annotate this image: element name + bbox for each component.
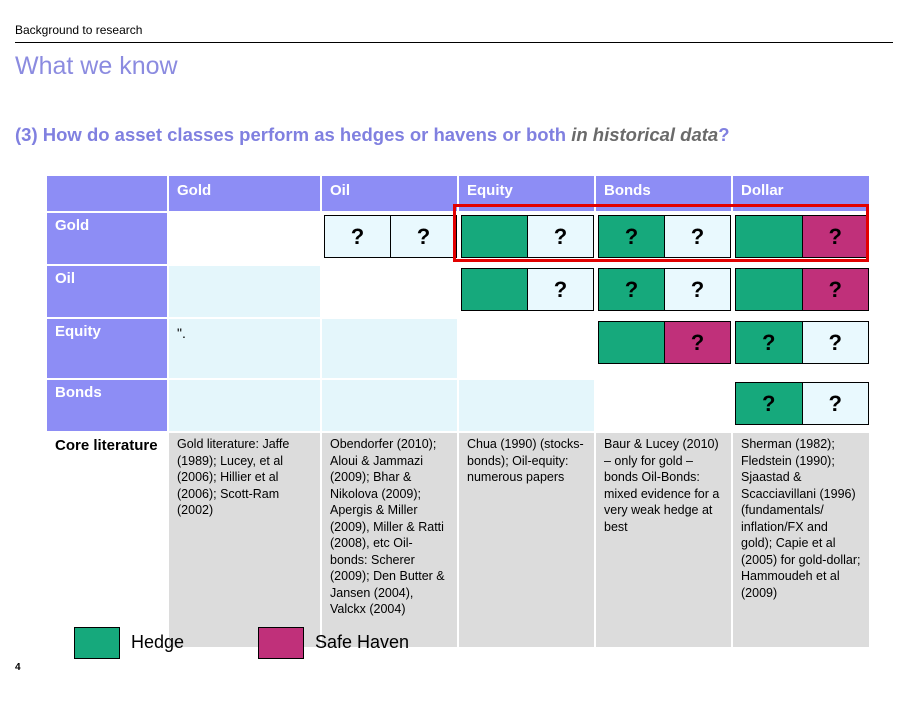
cell-bonds-gold	[167, 378, 322, 433]
haven-box: ?	[665, 321, 731, 364]
cell-oil-equity: ?	[457, 264, 596, 319]
cell-equity-gold: ".	[167, 317, 322, 380]
cell-gold-oil: ??	[320, 211, 459, 266]
hedge-box: ?	[735, 321, 803, 364]
cell-oil-oil	[320, 264, 459, 319]
question-emphasis: in historical data	[571, 124, 719, 145]
hedge-box	[735, 268, 803, 311]
cell-oil-bonds: ??	[594, 264, 733, 319]
literature-dollar: Sherman (1982); Fledstein (1990); Sjaast…	[731, 431, 871, 649]
cell-bonds-oil	[320, 378, 459, 433]
question-text: (3) How do asset classes perform as hedg…	[15, 124, 572, 145]
row-header-equity: Equity	[45, 317, 169, 380]
row-header-gold: Gold	[45, 211, 169, 266]
hedge-box	[461, 268, 528, 311]
cell-bonds-bonds	[594, 378, 733, 433]
literature-bonds: Baur & Lucey (2010) – only for gold – bo…	[594, 431, 733, 649]
research-question: (3) How do asset classes perform as hedg…	[15, 124, 730, 146]
cell-oil-dollar: ?	[731, 264, 871, 319]
section-label: Background to research	[15, 23, 143, 37]
cell-oil-gold	[167, 264, 322, 319]
unknown-box: ?	[391, 215, 457, 258]
literature-gold: Gold literature: Jaffe (1989); Lucey, et…	[167, 431, 322, 649]
literature-label: Core literature	[45, 431, 169, 649]
page-number: 4	[15, 662, 21, 673]
cell-equity-bonds: ?	[594, 317, 733, 380]
question-mark: ?	[718, 124, 730, 145]
hedge-box: ?	[598, 268, 665, 311]
legend-haven-swatch	[258, 627, 304, 659]
header-rule	[15, 42, 893, 43]
cell-gold-gold	[167, 211, 322, 266]
hedge-box	[598, 321, 665, 364]
unknown-box: ?	[802, 321, 869, 364]
unknown-box: ?	[665, 268, 731, 311]
hedge-box: ?	[735, 382, 803, 425]
legend-hedge-label: Hedge	[131, 632, 185, 652]
col-header-oil: Oil	[320, 174, 459, 213]
legend-hedge-swatch	[74, 627, 120, 659]
col-header-gold: Gold	[167, 174, 322, 213]
cell-equity-dollar: ??	[731, 317, 871, 380]
literature-equity: Chua (1990) (stocks-bonds); Oil-equity: …	[457, 431, 596, 649]
haven-box: ?	[802, 268, 869, 311]
unknown-box: ?	[528, 268, 594, 311]
legend-haven-label: Safe Haven	[315, 632, 410, 652]
cell-equity-equity	[457, 317, 596, 380]
row-header-bonds: Bonds	[45, 378, 169, 433]
row-header-oil: Oil	[45, 264, 169, 319]
page-title: What we know	[15, 52, 178, 80]
unknown-box: ?	[324, 215, 391, 258]
gold-row-highlight	[453, 204, 869, 262]
literature-oil: Obendorfer (2010); Aloui & Jammazi (2009…	[320, 431, 459, 649]
unknown-box: ?	[802, 382, 869, 425]
cell-bonds-dollar: ??	[731, 378, 871, 433]
cell-bonds-equity	[457, 378, 596, 433]
cell-equity-oil	[320, 317, 459, 380]
corner-cell	[45, 174, 169, 213]
